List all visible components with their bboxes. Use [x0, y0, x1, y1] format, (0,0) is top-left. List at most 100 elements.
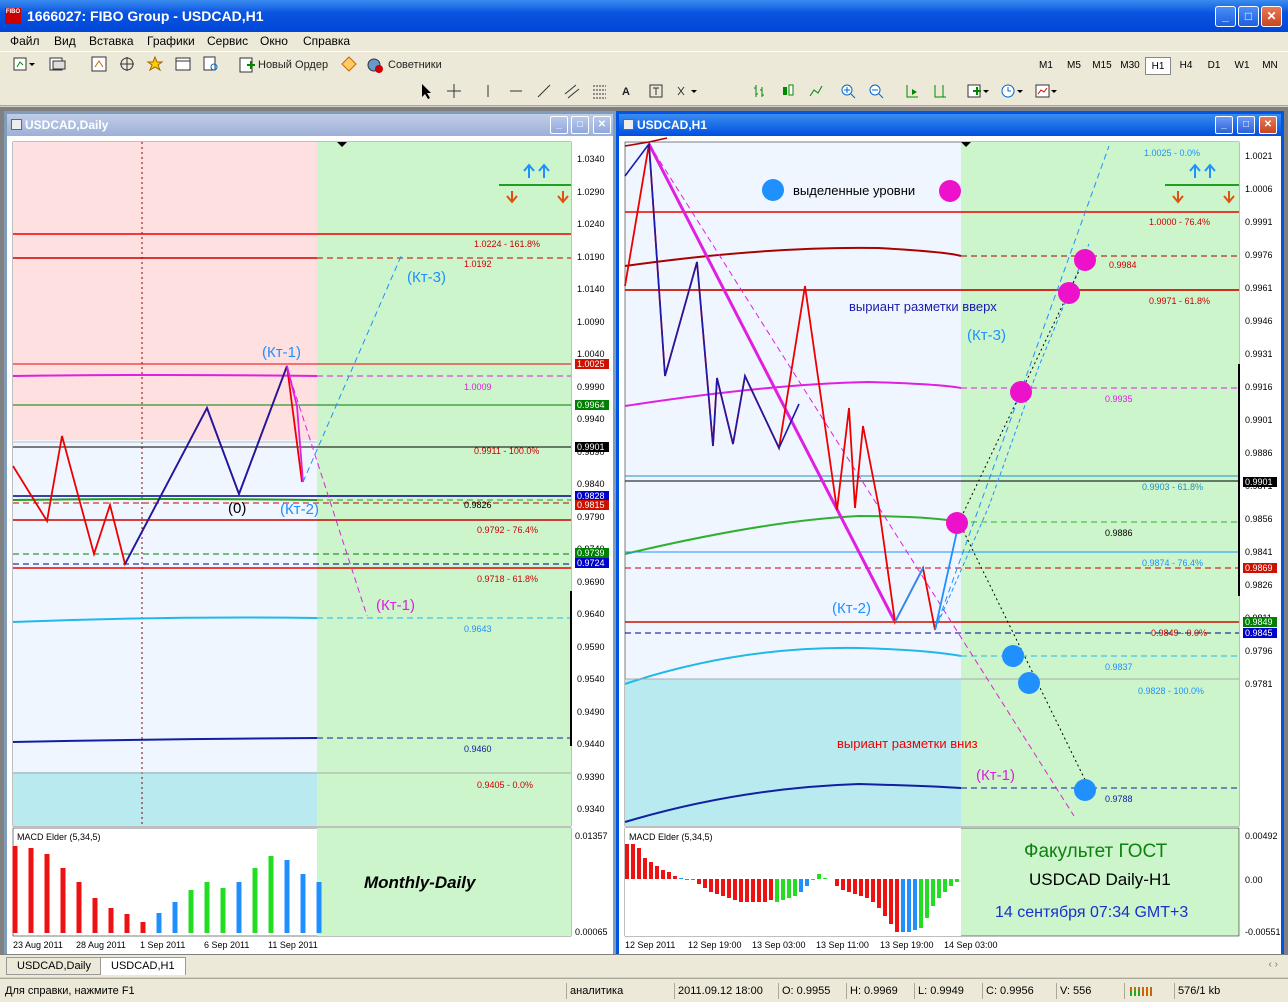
svg-text:0.9935: 0.9935	[1105, 394, 1133, 404]
tf-w1[interactable]: W1	[1229, 57, 1255, 75]
indicators-dropdown-icon[interactable]	[966, 82, 992, 102]
favorites-icon[interactable]	[146, 55, 166, 75]
minimize-button[interactable]: _	[1215, 116, 1233, 134]
tf-mn[interactable]: MN	[1257, 57, 1283, 75]
tf-h4[interactable]: H4	[1173, 57, 1199, 75]
profiles-icon[interactable]	[48, 55, 76, 75]
bar-chart-icon[interactable]	[752, 82, 770, 102]
crosshair-icon[interactable]	[446, 82, 464, 102]
macd-caption: Monthly-Daily	[364, 873, 477, 892]
cursor-icon[interactable]	[418, 82, 436, 102]
close-button[interactable]: ✕	[1261, 6, 1282, 27]
tf-d1[interactable]: D1	[1201, 57, 1227, 75]
zoom-out-icon[interactable]	[868, 82, 886, 102]
svg-text:12 Sep 19:00: 12 Sep 19:00	[688, 940, 742, 950]
drawing-toolbar: A	[0, 78, 1288, 106]
svg-text:0.9845: 0.9845	[1245, 628, 1273, 638]
new-chart-icon[interactable]	[12, 55, 40, 75]
close-button[interactable]: ✕	[593, 116, 611, 134]
menu-charts[interactable]: Графики	[147, 34, 195, 48]
chart-window-daily-titlebar[interactable]: USDCAD,Daily _ □ ✕	[7, 114, 613, 136]
svg-text:0.9826: 0.9826	[1245, 580, 1273, 590]
tf-m5[interactable]: M5	[1061, 57, 1087, 75]
chart-window-icon	[623, 119, 634, 130]
expert-icon[interactable]	[340, 55, 358, 75]
menu-file[interactable]: Файл	[10, 34, 40, 48]
text-label-icon[interactable]	[648, 82, 666, 102]
tab-usdcad-h1[interactable]: USDCAD,H1	[100, 957, 186, 975]
new-order-button[interactable]: Новый Ордер	[238, 55, 333, 75]
experts-button[interactable]: Советники	[366, 55, 448, 75]
menu-help[interactable]: Справка	[303, 34, 350, 48]
market-watch-icon[interactable]	[90, 55, 110, 75]
svg-text:0.9903 - 61.8%: 0.9903 - 61.8%	[1142, 482, 1203, 492]
svg-text:0.9440: 0.9440	[577, 739, 605, 749]
chart-window-h1[interactable]: USDCAD,H1 _ □ ✕ выделенные уровни выриан…	[616, 111, 1284, 954]
svg-text:0.9788: 0.9788	[1105, 794, 1133, 804]
zoom-in-icon[interactable]	[840, 82, 858, 102]
terminal-icon[interactable]	[174, 55, 194, 75]
menu-window[interactable]: Окно	[260, 34, 288, 48]
svg-text:1.0140: 1.0140	[577, 284, 605, 294]
minimize-button[interactable]: _	[1215, 6, 1236, 27]
fibo-retracement-icon[interactable]	[592, 82, 610, 102]
date-text: 14 сентября 07:34 GMT+3	[995, 904, 1188, 921]
svg-text:0.9916: 0.9916	[1245, 382, 1273, 392]
annotation-kt2: (Кт-2)	[832, 600, 871, 617]
tf-m15[interactable]: M15	[1089, 57, 1115, 75]
svg-text:0.9790: 0.9790	[577, 512, 605, 522]
status-datetime: 2011.09.12 18:00	[674, 983, 778, 999]
level-label: 0.9792 - 76.4%	[477, 525, 538, 535]
tf-m30[interactable]: M30	[1117, 57, 1143, 75]
trendline-icon[interactable]	[536, 82, 554, 102]
minimize-button[interactable]: _	[550, 116, 568, 134]
svg-text:11 Sep 2011: 11 Sep 2011	[268, 940, 318, 950]
maximize-button[interactable]: □	[571, 116, 589, 134]
daily-chart[interactable]: (Кт-3) (Кт-1) (0) (Кт-2) (Кт-1) 1.0224 -…	[7, 136, 613, 954]
equidistant-channel-icon[interactable]	[564, 82, 582, 102]
h1-chart[interactable]: выделенные уровни выриант разметки вверх…	[619, 136, 1281, 954]
arrows-dropdown-icon[interactable]	[676, 82, 702, 102]
line-chart-icon[interactable]	[808, 82, 826, 102]
tab-scroll-arrows-icon[interactable]: ‹ ›	[1269, 959, 1278, 970]
svg-text:0.9490: 0.9490	[577, 707, 605, 717]
svg-text:0.9971 - 61.8%: 0.9971 - 61.8%	[1149, 296, 1210, 306]
svg-text:1.0021: 1.0021	[1245, 151, 1273, 161]
maximize-button[interactable]: □	[1238, 6, 1259, 27]
svg-text:0.9540: 0.9540	[577, 674, 605, 684]
window-title: 1666027: FIBO Group - USDCAD,H1	[27, 8, 264, 24]
autoscroll-icon[interactable]	[904, 82, 922, 102]
svg-text:6 Sep 2011: 6 Sep 2011	[204, 940, 249, 950]
periods-dropdown-icon[interactable]	[1000, 82, 1026, 102]
close-button[interactable]: ✕	[1259, 116, 1277, 134]
navigator-icon[interactable]	[118, 55, 138, 75]
maximize-button[interactable]: □	[1237, 116, 1255, 134]
tf-m1[interactable]: M1	[1033, 57, 1059, 75]
chart-window-daily[interactable]: USDCAD,Daily _ □ ✕ (Кт-3) (Кт-1) (0) (Кт…	[4, 111, 616, 954]
candlestick-icon[interactable]	[780, 82, 798, 102]
templates-dropdown-icon[interactable]	[1034, 82, 1060, 102]
menu-view[interactable]: Вид	[54, 34, 76, 48]
tf-h1[interactable]: H1	[1145, 57, 1171, 75]
menu-insert[interactable]: Вставка	[89, 34, 134, 48]
svg-text:13 Sep 19:00: 13 Sep 19:00	[880, 940, 934, 950]
menu-tools[interactable]: Сервис	[207, 34, 248, 48]
svg-text:0.00: 0.00	[1245, 875, 1263, 885]
level-label: 0.9643	[464, 624, 492, 634]
tab-usdcad-daily[interactable]: USDCAD,Daily	[6, 957, 102, 975]
vertical-line-icon[interactable]	[480, 82, 498, 102]
zone-cyan	[13, 772, 317, 826]
chart-window-h1-titlebar[interactable]: USDCAD,H1 _ □ ✕	[619, 114, 1281, 136]
svg-text:-0.00551: -0.00551	[1245, 927, 1281, 937]
annotation-kt3: (Кт-3)	[967, 327, 1006, 344]
level-label: 0.9826	[464, 500, 492, 510]
annotation-kt1-up: (Кт-1)	[262, 344, 301, 361]
svg-text:1.0240: 1.0240	[577, 219, 605, 229]
svg-text:0.9901: 0.9901	[1245, 477, 1273, 487]
text-tool-icon[interactable]: A	[622, 82, 636, 102]
chart-shift-icon[interactable]	[932, 82, 950, 102]
strategy-tester-icon[interactable]	[202, 55, 222, 75]
horizontal-line-icon[interactable]	[508, 82, 526, 102]
svg-text:0.9874 - 76.4%: 0.9874 - 76.4%	[1142, 558, 1203, 568]
svg-text:0.9841: 0.9841	[1245, 547, 1273, 557]
